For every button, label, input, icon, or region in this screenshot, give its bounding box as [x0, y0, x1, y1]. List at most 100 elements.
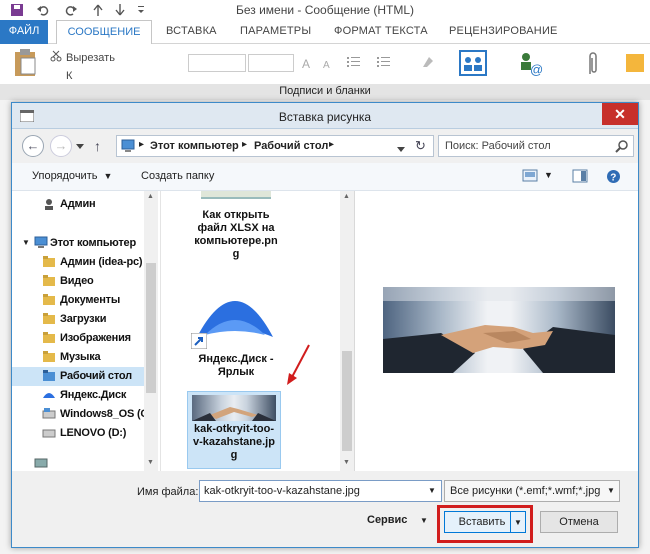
tab-file[interactable]: ФАЙЛ [0, 20, 48, 44]
help-icon[interactable]: ? [606, 169, 621, 184]
file-scroll-thumb[interactable] [342, 351, 352, 451]
tab-review[interactable]: РЕЦЕНЗИРОВАНИЕ [449, 25, 558, 37]
refresh-button[interactable]: ↻ [415, 138, 426, 154]
copy-button-partial[interactable]: К [66, 70, 72, 82]
bullets-icon[interactable] [346, 54, 362, 70]
folder-icon [42, 255, 56, 269]
file-item-xlsx-png[interactable]: Как открыть файл XLSX на компьютере.pn g [181, 201, 291, 271]
close-button[interactable]: ✕ [602, 103, 638, 125]
scroll-down-arrow-icon[interactable]: ▼ [343, 459, 350, 466]
file-type-value: Все рисунки (*.emf;*.wmf;*.jpg [450, 485, 601, 497]
folder-icon [42, 312, 56, 326]
insert-button[interactable]: Вставить [444, 511, 520, 533]
drive-icon [42, 407, 56, 421]
svg-text:?: ? [610, 173, 616, 184]
refresh-icon: ↻ [415, 138, 426, 153]
recent-locations-button[interactable] [76, 141, 84, 153]
scroll-up-arrow-icon[interactable]: ▲ [147, 193, 154, 200]
paste-icon[interactable] [12, 48, 38, 78]
view-options-icon[interactable] [522, 169, 538, 183]
file-name-line: Как открыть [202, 209, 270, 221]
nav-scrollbar[interactable]: ▲ ▼ [144, 191, 158, 471]
scroll-up-arrow-icon[interactable]: ▲ [343, 193, 350, 200]
grow-font-icon[interactable]: A [302, 56, 316, 70]
breadcrumb-this-pc[interactable]: Этот компьютер [150, 140, 239, 152]
tab-message[interactable]: СООБЩЕНИЕ [56, 20, 152, 45]
chevron-down-icon[interactable]: ▼ [420, 516, 428, 525]
outlook-item-icon[interactable] [624, 50, 646, 76]
file-type-select[interactable]: Все рисунки (*.emf;*.wmf;*.jpg ▼ [444, 480, 620, 502]
nav-item-pictures[interactable]: Изображения [12, 329, 144, 348]
nav-item-admin[interactable]: Админ [12, 195, 144, 214]
chevron-down-icon: ▼ [607, 486, 615, 495]
file-name-line: файл XLSX на [197, 222, 275, 234]
yandex-disk-icon [42, 388, 56, 402]
forward-button[interactable]: → [50, 135, 72, 157]
nav-item-admin-idea-pc[interactable]: Админ (idea-pc) [12, 253, 144, 272]
view-dropdown-button[interactable]: ▼ [544, 170, 553, 180]
file-item-kak-otkryit-jpg[interactable]: kak-otkryit-too- v-kazahstane.jp g [187, 391, 281, 469]
tools-button[interactable]: Сервис [367, 514, 407, 526]
search-input[interactable]: Поиск: Рабочий стол [445, 140, 551, 152]
folder-icon [42, 369, 56, 383]
nav-item-desktop[interactable]: Рабочий стол [12, 367, 144, 386]
breadcrumb-sep-1: ▸ [139, 139, 145, 150]
dialog-title: Вставка рисунка [278, 110, 372, 124]
cut-button[interactable]: Вырезать [66, 52, 115, 64]
font-size-box[interactable] [248, 54, 294, 72]
up-button[interactable]: ↑ [94, 138, 101, 154]
cancel-label: Отмена [559, 516, 599, 528]
file-list: Как открыть файл XLSX на компьютере.pn g… [160, 191, 354, 471]
new-folder-button[interactable]: Создать папку [141, 170, 214, 182]
attach-file-icon[interactable] [584, 50, 602, 78]
ribbon-tabs: ФАЙЛ СООБЩЕНИЕ ВСТАВКА ПАРАМЕТРЫ ФОРМАТ … [0, 20, 650, 45]
nav-item-this-pc[interactable]: ▼ Этот компьютер [12, 234, 144, 253]
file-name-line: v-kazahstane.jp [193, 436, 275, 448]
shrink-font-icon[interactable]: A [322, 56, 336, 70]
nav-item-downloads[interactable]: Загрузки [12, 310, 144, 329]
address-dropdown-button[interactable] [397, 144, 405, 156]
filename-input[interactable]: kak-otkryit-too-v-kazahstane.jpg ▼ [199, 480, 442, 502]
scroll-down-arrow-icon[interactable]: ▼ [147, 459, 154, 466]
breadcrumb-desktop[interactable]: Рабочий стол [254, 140, 328, 152]
chevron-down-icon: ▼ [514, 518, 522, 527]
cancel-button[interactable]: Отмена [540, 511, 618, 533]
nav-item-music[interactable]: Музыка [12, 348, 144, 367]
file-list-scrollbar[interactable]: ▲ ▼ [340, 191, 354, 471]
tab-insert[interactable]: ВСТАВКА [166, 25, 217, 37]
handshake-photo-icon [383, 287, 615, 373]
nav-item-yandex-disk[interactable]: Яндекс.Диск [12, 386, 144, 405]
preview-pane-icon[interactable] [572, 169, 588, 183]
clear-format-icon[interactable] [420, 54, 436, 70]
font-name-box[interactable] [188, 54, 246, 72]
file-item-yandex-shortcut[interactable]: Яндекс.Диск - Ярлык [181, 281, 291, 391]
search-box[interactable]: Поиск: Рабочий стол [438, 135, 634, 157]
close-icon: ✕ [614, 106, 626, 122]
check-names-icon[interactable]: @ [516, 48, 546, 78]
chevron-down-icon: ▼ [428, 486, 436, 495]
navigation-pane: Админ ▼ Этот компьютер Админ (idea-pc) В… [12, 191, 160, 471]
numbering-icon[interactable] [376, 54, 392, 70]
tab-format-text[interactable]: ФОРМАТ ТЕКСТА [334, 25, 428, 37]
nav-item-drive-d[interactable]: LENOVO (D:) [12, 424, 144, 443]
svg-text:@: @ [530, 62, 543, 77]
shortcut-arrow-icon [191, 333, 207, 349]
tools-label: Сервис [367, 514, 408, 526]
nav-item-drive-c[interactable]: Windows8_OS (C [12, 405, 144, 424]
nav-item-documents[interactable]: Документы [12, 291, 144, 310]
filename-label: Имя файла: [137, 486, 199, 498]
cut-icon[interactable] [50, 50, 62, 62]
insert-dropdown-button[interactable]: ▼ [510, 511, 526, 533]
yandex-disk-icon [195, 285, 275, 345]
organize-button[interactable]: Упорядочить ▼ [32, 170, 112, 182]
address-book-icon[interactable] [458, 48, 488, 78]
handshake-icon [192, 407, 276, 421]
nav-scroll-thumb[interactable] [146, 263, 156, 393]
chevron-down-icon [76, 144, 84, 149]
filename-value: kak-otkryit-too-v-kazahstane.jpg [204, 485, 360, 497]
preview-image [383, 287, 615, 373]
address-bar[interactable]: ▸ Этот компьютер ▸ Рабочий стол ▸ ↻ [116, 135, 434, 157]
nav-item-video[interactable]: Видео [12, 272, 144, 291]
back-button[interactable]: ← [22, 135, 44, 157]
tab-options[interactable]: ПАРАМЕТРЫ [240, 25, 311, 37]
